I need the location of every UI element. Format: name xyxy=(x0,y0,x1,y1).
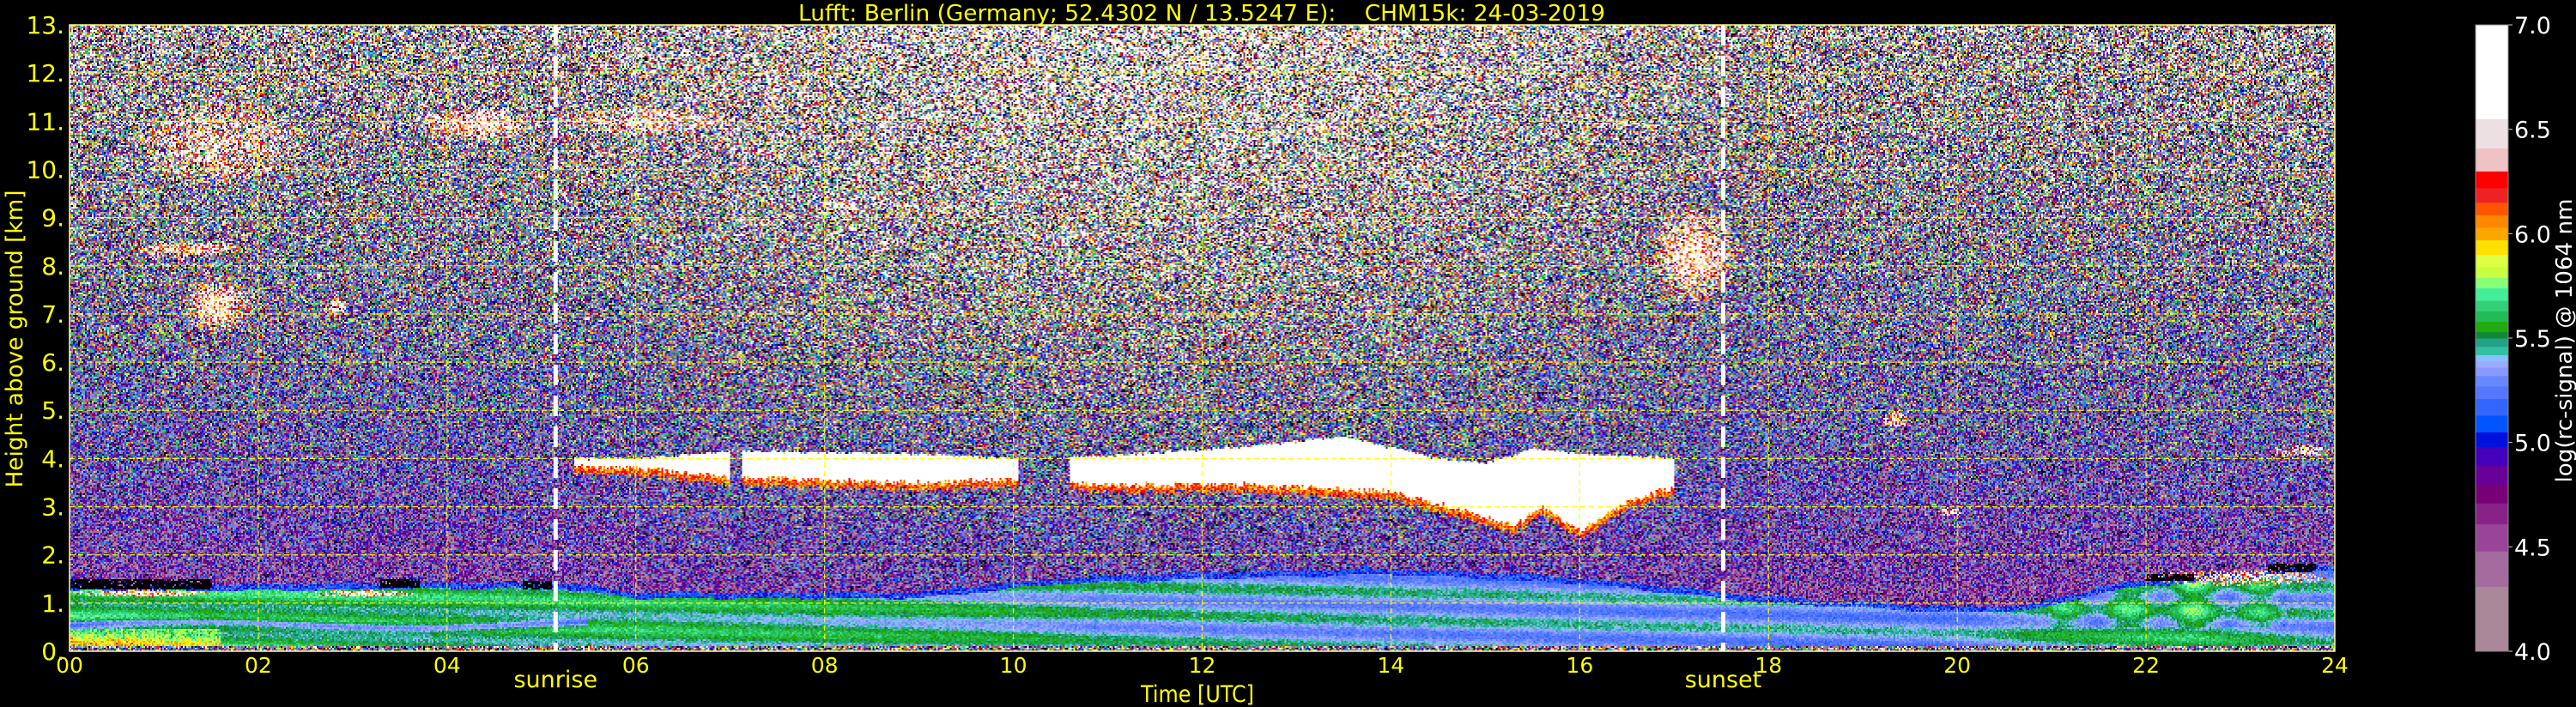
colorbar-label: log(rc-signal) @ 1064 nm xyxy=(2552,199,2576,483)
colorbar-swatch xyxy=(2476,484,2508,504)
x-tick-label: 04 xyxy=(433,653,461,678)
colorbar-tick-labels: 4.0 4.5 5.0 5.5 6.0 6.5 7.0 xyxy=(2508,13,2551,666)
colorbar-swatch xyxy=(2476,300,2508,311)
ceilometer-figure: Lufft: Berlin (Germany; 52.4302 N / 13.5… xyxy=(0,0,2576,707)
colorbar-swatch xyxy=(2476,503,2508,525)
y-tick-label: 4. xyxy=(41,444,64,473)
sunrise-label: sunrise xyxy=(513,667,597,693)
x-tick-label: 20 xyxy=(1943,653,1971,678)
colorbar xyxy=(2476,25,2508,652)
colorbar-swatch xyxy=(2476,551,2508,588)
y-tick-labels: 0. 1. 2. 3. 4. 5. 6. 7. 8. 9. 10. 11. 12. 13. xyxy=(26,11,64,666)
colorbar-swatch xyxy=(2476,227,2508,241)
colorbar-tick-label: 4.0 xyxy=(2514,639,2551,666)
colorbar-swatch xyxy=(2476,375,2508,387)
colorbar-swatch xyxy=(2476,267,2508,278)
x-tick-label: 14 xyxy=(1378,653,1405,678)
y-tick-label: 9. xyxy=(41,204,64,233)
y-tick-label: 2. xyxy=(41,541,64,570)
colorbar-swatch xyxy=(2476,465,2508,485)
colorbar-swatch xyxy=(2476,287,2508,301)
colorbar-swatch xyxy=(2476,254,2508,268)
x-tick-label: 08 xyxy=(811,653,839,678)
x-tick-label: 10 xyxy=(1000,653,1027,678)
colorbar-swatch xyxy=(2476,398,2508,416)
sun-markers xyxy=(553,25,1725,651)
colorbar-tick-label: 5.5 xyxy=(2514,326,2551,353)
colorbar-swatch xyxy=(2476,277,2508,289)
grid-lines xyxy=(70,25,2335,651)
y-tick-label: 0. xyxy=(41,638,64,666)
colorbar-swatch xyxy=(2476,446,2508,466)
colorbar-swatch xyxy=(2476,360,2508,368)
y-tick-label: 5. xyxy=(41,396,64,425)
colorbar-swatch xyxy=(2476,187,2508,203)
y-tick-label: 10. xyxy=(26,155,64,184)
colorbar-swatch xyxy=(2476,354,2508,362)
colorbar-swatch xyxy=(2476,415,2508,432)
x-tick-label: 06 xyxy=(622,653,650,678)
y-tick-label: 1. xyxy=(41,589,64,618)
colorbar-tick-label: 7.0 xyxy=(2514,13,2551,39)
colorbar-swatch xyxy=(2476,239,2508,256)
y-tick-label: 13. xyxy=(26,11,64,39)
colorbar-swatch xyxy=(2476,586,2508,652)
colorbar-swatch xyxy=(2476,523,2508,552)
colorbar-swatch xyxy=(2476,118,2508,149)
sunset-label: sunset xyxy=(1685,667,1762,693)
colorbar-swatch xyxy=(2476,367,2508,377)
colorbar-tick-label: 6.0 xyxy=(2514,221,2551,248)
x-tick-label: 12 xyxy=(1189,653,1216,678)
colorbar-swatch xyxy=(2476,385,2508,400)
y-tick-label: 11. xyxy=(26,107,64,136)
x-tick-label: 22 xyxy=(2132,653,2160,678)
y-tick-label: 7. xyxy=(41,300,64,329)
y-tick-label: 6. xyxy=(41,348,64,377)
chart-overlay: Lufft: Berlin (Germany; 52.4302 N / 13.5… xyxy=(2,1,2576,707)
colorbar-swatch xyxy=(2476,25,2508,119)
colorbar-tick-label: 4.5 xyxy=(2514,535,2551,561)
colorbar-swatch xyxy=(2476,171,2508,189)
x-tick-labels: 00 02 04 06 08 10 12 14 16 18 20 22 24 xyxy=(56,653,2349,678)
colorbar-tick-label: 5.0 xyxy=(2514,431,2551,457)
colorbar-swatch xyxy=(2476,321,2508,333)
colorbar-swatch xyxy=(2476,338,2508,347)
colorbar-swatch xyxy=(2476,331,2508,339)
colorbar-swatch xyxy=(2476,148,2508,172)
x-tick-label: 24 xyxy=(2321,653,2349,678)
x-tick-label: 16 xyxy=(1566,653,1593,678)
colorbar-swatch xyxy=(2476,215,2508,228)
y-tick-label: 12. xyxy=(26,59,64,88)
x-tick-label: 02 xyxy=(245,653,272,678)
colorbar-tick-label: 6.5 xyxy=(2514,118,2551,144)
chart-title: Lufft: Berlin (Germany; 52.4302 N / 13.5… xyxy=(798,1,1605,27)
y-axis-label: Height above ground [km] xyxy=(2,190,28,488)
colorbar-swatch xyxy=(2476,311,2508,323)
colorbar-swatch xyxy=(2476,346,2508,355)
y-tick-label: 8. xyxy=(41,252,64,281)
x-axis-label: Time [UTC] xyxy=(1140,681,1254,707)
colorbar-swatch xyxy=(2476,202,2508,215)
colorbar-swatch xyxy=(2476,432,2508,448)
y-tick-label: 3. xyxy=(41,493,64,522)
